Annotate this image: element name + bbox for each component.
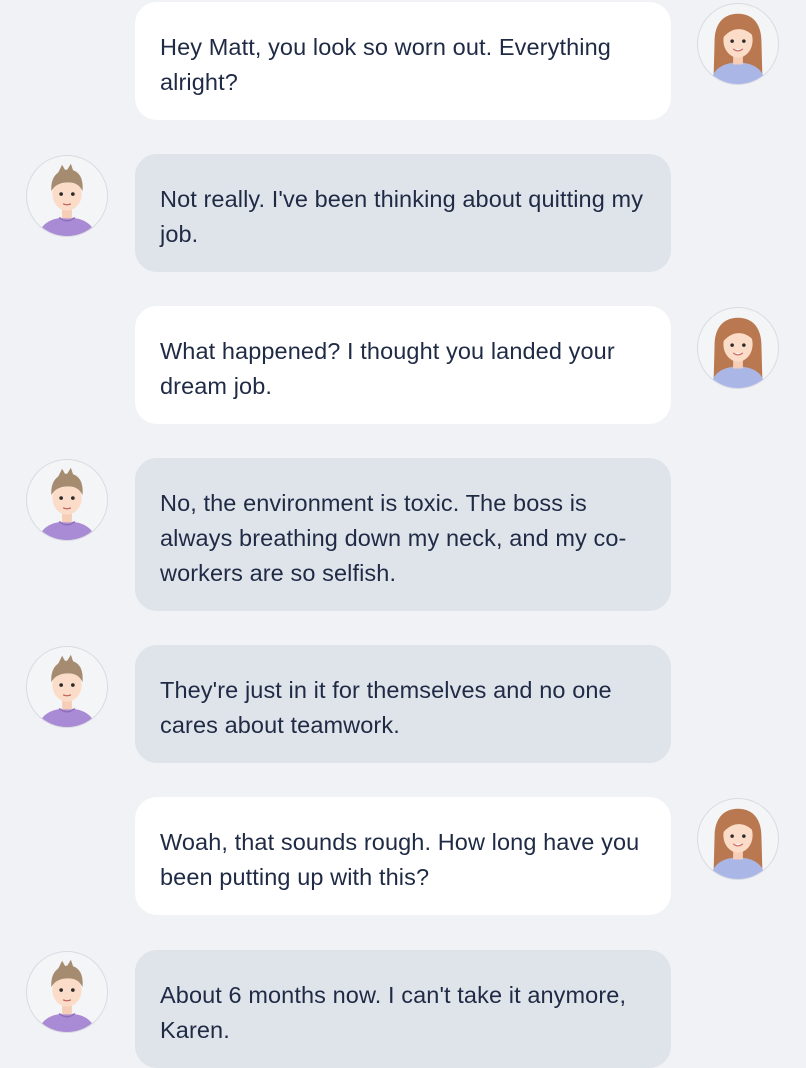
message-bubble: What happened? I thought you landed your…: [135, 306, 671, 424]
message-bubble: About 6 months now. I can't take it anym…: [135, 950, 671, 1068]
chat-transcript: Hey Matt, you look so worn out. Everythi…: [0, 0, 806, 1068]
female-user-avatar-icon: [697, 3, 779, 85]
message-bubble: No, the environment is toxic. The boss i…: [135, 458, 671, 611]
male-user-avatar-icon: [26, 951, 108, 1033]
female-user-avatar-icon: [697, 307, 779, 389]
message-bubble: They're just in it for themselves and no…: [135, 645, 671, 763]
message-bubble: Hey Matt, you look so worn out. Everythi…: [135, 2, 671, 120]
message-bubble: Woah, that sounds rough. How long have y…: [135, 797, 671, 915]
male-user-avatar-icon: [26, 155, 108, 237]
female-user-avatar-icon: [697, 798, 779, 880]
male-user-avatar-icon: [26, 459, 108, 541]
message-bubble: Not really. I've been thinking about qui…: [135, 154, 671, 272]
male-user-avatar-icon: [26, 646, 108, 728]
